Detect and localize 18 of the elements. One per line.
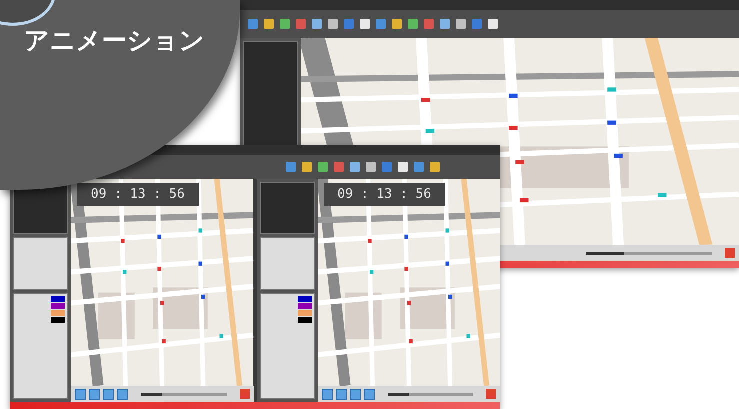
clock-display: 09 : 13 : 56 <box>324 183 446 206</box>
playback-button[interactable] <box>364 388 374 400</box>
playback-button[interactable] <box>103 388 114 400</box>
playback-button[interactable] <box>75 388 86 400</box>
record-button[interactable] <box>240 389 250 399</box>
timeline-slider[interactable] <box>586 252 712 254</box>
timeline-slider[interactable] <box>388 392 473 396</box>
settings-panel <box>260 237 314 290</box>
playback-button[interactable] <box>350 388 360 400</box>
banner-title: アニメーション <box>24 25 205 57</box>
playback-button[interactable] <box>322 388 332 400</box>
timeline-slider[interactable] <box>141 392 226 396</box>
layer-panel <box>260 182 314 234</box>
playback-button[interactable] <box>117 388 128 400</box>
clock-display: 09 : 13 : 56 <box>77 183 199 206</box>
settings-panel <box>13 237 68 290</box>
playback-button[interactable] <box>336 388 346 400</box>
playback-button[interactable] <box>89 388 100 400</box>
